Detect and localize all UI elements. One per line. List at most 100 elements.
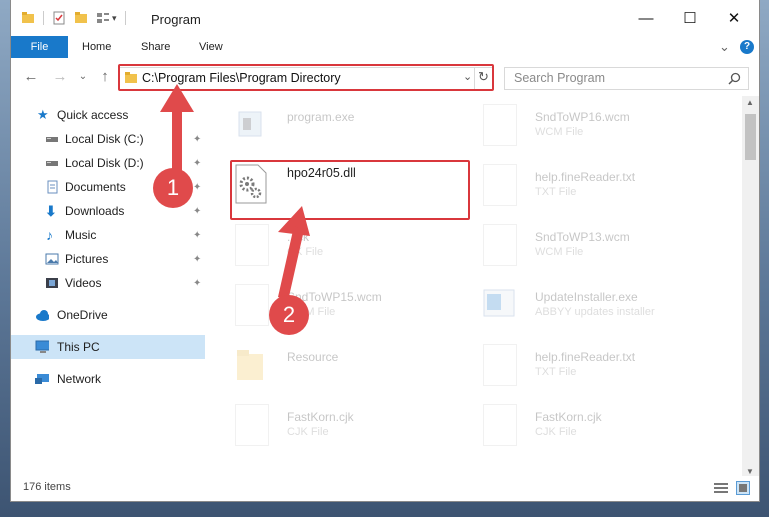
new-folder-icon[interactable] [74,11,88,25]
folder-icon [237,350,263,380]
file-name: help.fineReader.txt [535,350,636,364]
file-item[interactable]: help.fineReader.txt TXT File [463,156,703,212]
drive-icon [46,137,58,142]
vertical-scrollbar[interactable]: ▲ ▼ [742,96,759,481]
toolbar-divider [43,11,44,25]
document-icon [483,404,517,446]
cloud-icon [36,310,49,321]
help-icon[interactable]: ? [740,40,754,54]
sidebar-item-label: Network [57,372,102,386]
sidebar-item-onedrive[interactable]: OneDrive [11,303,205,327]
large-icons-view-icon[interactable] [736,481,750,495]
search-box[interactable]: Search Program [504,67,749,90]
file-name: UpdateInstaller.exe [535,290,638,304]
sidebar-item-videos[interactable]: Videos ✦ [11,271,205,295]
tab-home[interactable]: Home [82,36,111,58]
file-name: SndToWP13.wcm [535,230,630,244]
item-count: 176 items [23,481,71,493]
search-icon[interactable] [728,72,741,85]
star-icon: ★ [37,107,49,122]
download-arrow-icon: ⬇ [45,203,57,219]
step-marker-2: 2 [269,295,309,335]
window-title: Program [151,12,201,27]
recent-locations-button[interactable]: ⌄ [73,67,93,87]
file-item[interactable]: FastKorn.cjk CJK File [463,396,703,452]
pin-icon: ✦ [193,253,202,265]
file-name: FastKorn.cjk [535,410,602,424]
file-type: CJK File [535,426,577,438]
file-item[interactable]: SndToWP15.wcm WCM File [215,276,455,332]
network-icon [35,374,49,384]
arrow-head [160,84,194,112]
sidebar-item-label: Pictures [65,252,109,266]
document-icon [235,224,269,266]
tab-view[interactable]: View [199,36,223,58]
computer-icon [35,340,49,353]
file-type: TXT File [535,366,577,378]
pin-icon: ✦ [193,277,202,289]
toolbar-divider [124,11,126,25]
file-name: FastKorn.cjk [287,410,354,424]
file-type: CJK File [287,426,329,438]
file-name: Resource [287,350,339,364]
sidebar-item-network[interactable]: Network [11,367,205,391]
document-icon [483,224,517,266]
file-type: TXT File [535,186,577,198]
details-view-icon[interactable] [714,482,728,494]
step-marker-1: 1 [153,168,193,208]
file-item[interactable]: SndToWP16.wcm WCM File [463,96,703,152]
film-icon [46,278,58,288]
file-item[interactable]: ...ck CK File [215,216,455,272]
sidebar-item-label: Videos [65,276,102,290]
sidebar-item-label: Local Disk (C:) [65,132,144,146]
arrow-shaft [278,226,304,301]
up-button[interactable]: ↑ [95,67,115,87]
back-button[interactable]: ← [21,67,41,87]
scrollbar-thumb[interactable] [745,114,756,160]
tab-file[interactable]: File [11,36,68,58]
document-icon [235,404,269,446]
ribbon: File Home Share View ⌄ ? [11,36,759,59]
document-icon [483,164,517,206]
file-name: SndToWP16.wcm [535,110,630,124]
file-name: program.exe [287,110,355,124]
file-item[interactable]: help.fineReader.txt TXT File [463,336,703,392]
folder-icon[interactable] [21,11,35,25]
document-icon [483,104,517,146]
forward-button[interactable]: → [50,67,70,87]
status-bar: 176 items [11,476,759,501]
sidebar-item-label: Music [65,228,97,242]
scroll-down-icon[interactable]: ▼ [746,467,754,476]
sidebar-item-label: OneDrive [57,308,108,322]
file-item[interactable]: program.exe [215,96,455,152]
close-button[interactable]: ✕ [711,0,757,36]
customize-dropdown-icon[interactable]: ▾ [112,13,117,24]
file-item[interactable]: FastKorn.cjk CJK File [215,396,455,452]
explorer-window: ▾ Program — ☐ ✕ File Home Share View ⌄ ?… [11,0,759,501]
sidebar-item-this-pc[interactable]: This PC [11,335,205,359]
expand-ribbon-icon[interactable]: ⌄ [719,36,730,58]
sidebar-item-label: Downloads [65,204,125,218]
tab-share[interactable]: Share [141,36,170,58]
scroll-up-icon[interactable]: ▲ [746,98,754,107]
executable-icon [238,111,262,137]
documents-icon [47,180,58,194]
file-item[interactable]: UpdateInstaller.exe ABBYY updates instal… [463,276,703,332]
sidebar-item-label: Local Disk (D:) [65,156,144,170]
sidebar-item-label: Documents [65,180,126,194]
search-input[interactable]: Search Program [514,71,605,85]
file-item[interactable]: Resource [215,336,455,392]
sidebar-item-music[interactable]: ♪ Music ✦ [11,223,205,247]
file-type: WCM File [535,246,584,258]
document-icon [483,344,517,386]
drive-icon [46,161,58,166]
minimize-button[interactable]: — [623,0,669,36]
quick-access-toolbar: ▾ [21,10,134,26]
installer-icon [483,289,515,317]
sidebar-item-pictures[interactable]: Pictures ✦ [11,247,205,271]
maximize-button[interactable]: ☐ [667,0,713,36]
customize-toolbar-icon[interactable] [96,11,110,25]
file-item[interactable]: SndToWP13.wcm WCM File [463,216,703,272]
pictures-icon [45,253,59,265]
properties-icon[interactable] [52,11,66,25]
